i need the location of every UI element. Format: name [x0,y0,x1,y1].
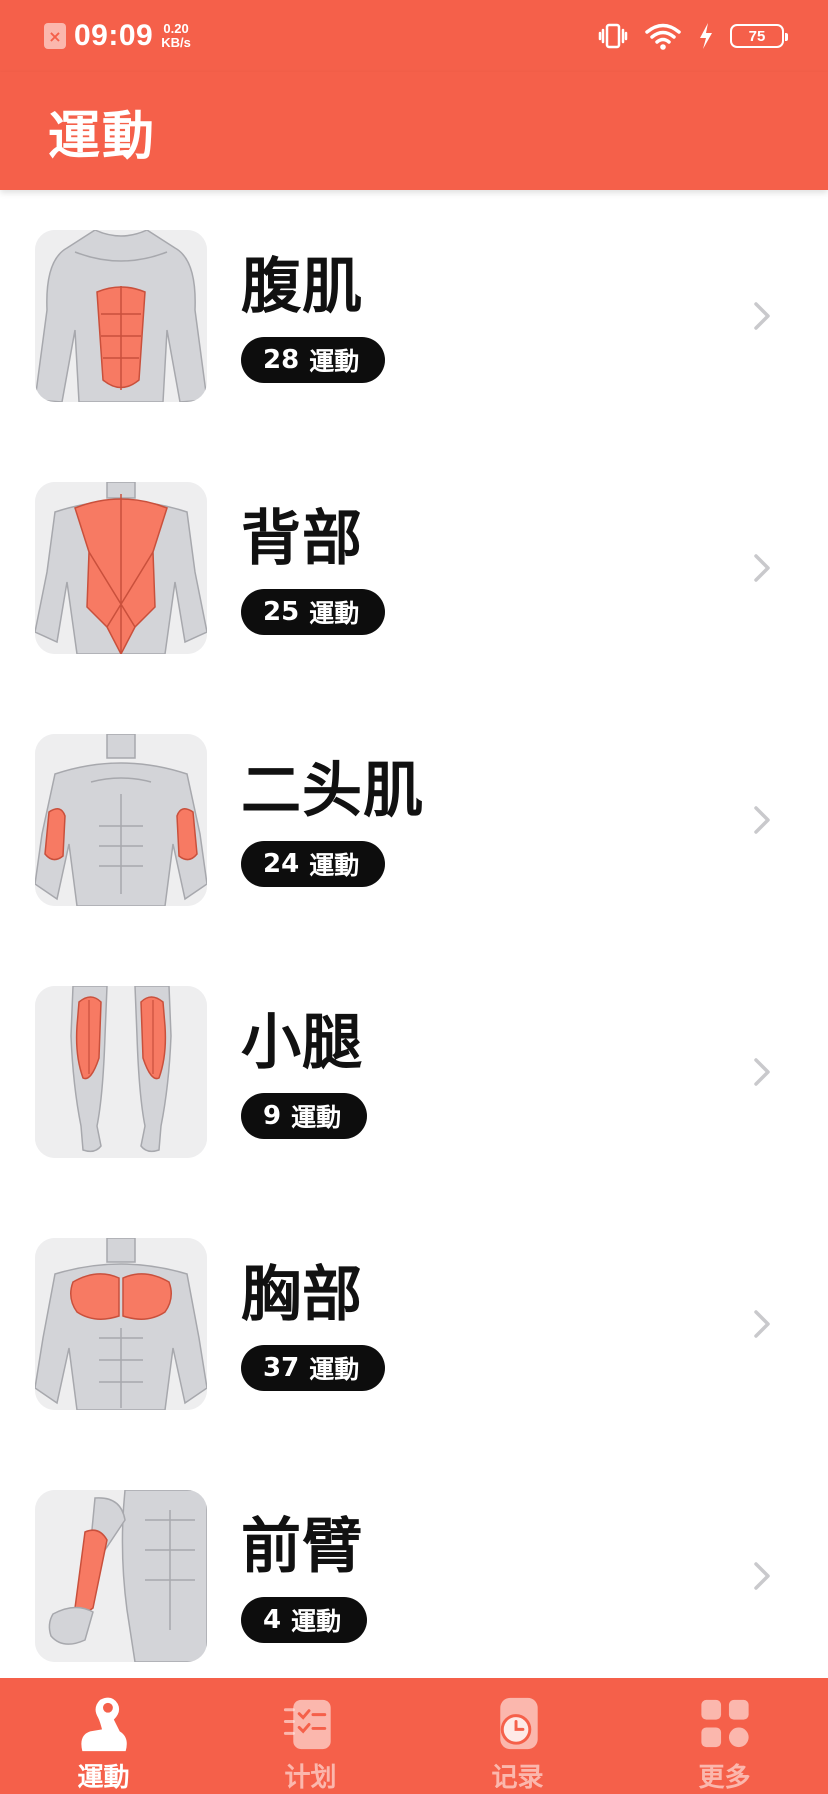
exercise-count-badge: 4 運動 [241,1597,368,1643]
muscle-group-title: 背部 [241,504,363,574]
exercise-count-badge: 28 運動 [241,337,386,383]
charging-icon [698,22,714,50]
exercise-count: 4 [263,1605,282,1635]
app-bar: 運動 [0,72,828,190]
abs-muscle-icon [35,230,207,402]
chevron-right-icon [754,1058,770,1086]
chevron-right-icon [754,554,770,582]
tab-plan[interactable]: 计划 [207,1678,414,1794]
exercise-count: 28 [263,345,300,375]
exercise-count-badge: 25 運動 [241,589,386,635]
tab-more[interactable]: 更多 [621,1678,828,1794]
list-item-text: 二头肌 24 運動 [241,753,424,887]
chevron-right-icon [754,302,770,330]
list-item-forearm[interactable]: 前臂 4 運動 [0,1450,828,1702]
muscle-group-title: 小腿 [241,1008,363,1078]
exercise-unit: 運動 [309,347,360,376]
status-bar-left: × 09:09 0.20 KB/s [44,19,191,53]
exercise-count-badge: 24 運動 [241,841,386,887]
status-bar: × 09:09 0.20 KB/s 75 [0,0,828,72]
page-title: 運動 [48,106,157,167]
tab-label: 记录 [491,1763,544,1793]
muscle-group-title: 前臂 [241,1512,363,1582]
list-item-text: 前臂 4 運動 [241,1509,368,1643]
list-item-calves[interactable]: 小腿 9 運動 [0,946,828,1198]
list-item-back[interactable]: 背部 25 運動 [0,442,828,694]
tab-exercises[interactable]: 運動 [0,1678,207,1794]
list-item-text: 胸部 37 運動 [241,1257,386,1391]
exercise-unit: 運動 [309,1355,360,1384]
list-item-biceps[interactable]: 二头肌 24 運動 [0,694,828,946]
list-item-text: 背部 25 運動 [241,501,386,635]
tab-label: 運動 [77,1763,130,1793]
muscle-group-title: 二头肌 [241,756,424,826]
tab-label: 更多 [698,1763,751,1793]
sim-off-icon: × [44,23,66,49]
exercise-unit: 運動 [291,1607,342,1636]
battery-icon: 75 [730,24,788,48]
net-speed: 0.20 KB/s [161,22,191,50]
vibrate-icon [598,22,628,50]
chevron-right-icon [754,806,770,834]
grid-more-icon [700,1699,749,1748]
bottom-navigation: 運動 计划 记录 更多 [0,1678,828,1794]
biceps-muscle-icon [35,734,207,906]
list-item-chest[interactable]: 胸部 37 運動 [0,1198,828,1450]
tab-label: 计划 [284,1763,337,1793]
exercise-count-badge: 9 運動 [241,1093,368,1139]
tab-history[interactable]: 记录 [414,1678,621,1794]
list-item-text: 小腿 9 運動 [241,1005,368,1139]
exercise-count: 9 [263,1101,282,1131]
muscle-group-title: 胸部 [241,1260,363,1330]
status-bar-right: 75 [598,22,788,50]
forearm-muscle-icon [35,1490,207,1662]
exercise-count: 37 [263,1353,300,1383]
exercise-unit: 運動 [309,851,360,880]
muscle-group-title: 腹肌 [241,252,363,322]
exercise-count-badge: 37 運動 [241,1345,386,1391]
status-time: 09:09 [74,19,154,52]
muscle-arm-icon [80,1697,127,1752]
calf-muscle-icon [35,986,207,1158]
battery-level: 75 [748,27,766,45]
list-item-text: 腹肌 28 運動 [241,249,386,383]
history-clock-icon [499,1697,538,1750]
list-item-abs[interactable]: 腹肌 28 運動 [0,190,828,442]
exercise-unit: 運動 [309,599,360,628]
plan-checklist-icon [283,1699,331,1750]
exercise-unit: 運動 [291,1103,342,1132]
exercise-count: 25 [263,597,300,627]
chevron-right-icon [754,1310,770,1338]
chevron-right-icon [754,1562,770,1590]
net-speed-value: 0.20 [163,21,189,36]
exercise-count: 24 [263,849,300,879]
wifi-icon [644,22,682,50]
back-muscle-icon [35,482,207,654]
chest-muscle-icon [35,1238,207,1410]
net-speed-unit: KB/s [161,35,191,50]
